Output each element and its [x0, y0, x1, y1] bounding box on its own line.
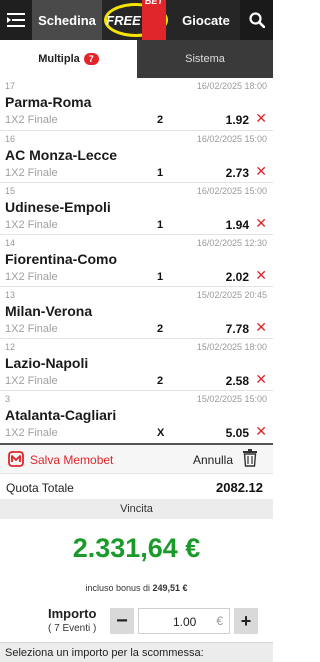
quota-totale-row: Quota Totale 2082.12	[0, 473, 273, 499]
actions-bar: Salva Memobet Annulla	[0, 443, 273, 473]
importo-row: Importo ( 7 Eventi ) − 1.00 € +	[0, 602, 273, 640]
bet-odd: 2.02	[225, 270, 249, 284]
bet-sign: 2	[157, 375, 164, 387]
bet-row: 3 15/02/2025 15:00 Atalanta-Cagliari 1X2…	[0, 390, 273, 442]
importo-label: Importo	[48, 606, 97, 621]
vincita-label: Vincita	[0, 499, 273, 519]
increase-amount-button[interactable]: +	[234, 608, 258, 634]
event-date: 15/02/2025 15:00	[196, 394, 267, 404]
bet-row: 12 15/02/2025 18:00 Lazio-Napoli 1X2 Fin…	[0, 338, 273, 390]
amount-value: 1.00	[173, 615, 197, 629]
bet-row: 16 16/02/2025 15:00 AC Monza-Lecce 1X2 F…	[0, 130, 273, 182]
event-date: 15/02/2025 18:00	[196, 342, 267, 352]
tab-multipla[interactable]: Multipla 7	[0, 40, 137, 78]
hamburger-menu-icon[interactable]	[0, 0, 32, 40]
bet-odd: 2.58	[225, 374, 249, 388]
event-index: 15	[5, 186, 16, 196]
remove-bet-icon[interactable]: ✕	[255, 320, 267, 334]
tab-multipla-label: Multipla	[38, 53, 80, 65]
match-name: Fiorentina-Como	[5, 251, 117, 267]
annulla-button[interactable]: Annulla	[193, 453, 233, 467]
event-index: 16	[5, 134, 16, 144]
salva-memobet-button[interactable]: Salva Memobet	[30, 453, 113, 467]
event-index: 13	[5, 290, 16, 300]
tab-sistema[interactable]: Sistema	[137, 40, 273, 78]
event-date: 15/02/2025 20:45	[196, 290, 267, 300]
currency-symbol: €	[216, 614, 223, 628]
match-name: AC Monza-Lecce	[5, 147, 118, 163]
search-icon[interactable]	[240, 0, 273, 40]
quota-totale-value: 2082.12	[216, 480, 263, 495]
match-name: Atalanta-Cagliari	[5, 407, 117, 423]
amount-input[interactable]: 1.00 €	[138, 608, 230, 634]
bet-odd: 5.05	[225, 426, 249, 440]
market-name: 1X2 Finale	[5, 219, 58, 231]
bet-sign: 2	[157, 323, 164, 335]
event-date: 16/02/2025 12:30	[196, 238, 267, 248]
bet-row: 14 16/02/2025 12:30 Fiorentina-Como 1X2 …	[0, 234, 273, 286]
market-name: 1X2 Finale	[5, 375, 58, 387]
remove-bet-icon[interactable]: ✕	[255, 424, 267, 438]
match-name: Lazio-Napoli	[5, 355, 89, 371]
market-name: 1X2 Finale	[5, 427, 58, 439]
bet-type-tabs: Multipla 7 Sistema	[0, 40, 273, 78]
event-date: 16/02/2025 15:00	[196, 186, 267, 196]
match-name: Parma-Roma	[5, 94, 92, 110]
bet-odd: 1.94	[225, 218, 249, 232]
remove-bet-icon[interactable]: ✕	[255, 372, 267, 386]
event-index: 3	[5, 394, 11, 404]
bet-row: 17 16/02/2025 18:00 Parma-Roma 1X2 Final…	[0, 78, 273, 130]
bet-odd: 2.73	[225, 166, 249, 180]
decrease-amount-button[interactable]: −	[110, 608, 134, 634]
tab-schedina[interactable]: Schedina	[32, 0, 102, 40]
event-date: 16/02/2025 18:00	[196, 81, 267, 91]
bet-list: 17 16/02/2025 18:00 Parma-Roma 1X2 Final…	[0, 78, 273, 442]
bet-row: 15 16/02/2025 15:00 Udinese-Empoli 1X2 F…	[0, 182, 273, 234]
trash-icon[interactable]	[243, 449, 257, 472]
select-amount-message: Seleziona un importo per la scommessa:	[0, 642, 273, 662]
selection-count-badge: 7	[83, 53, 99, 65]
remove-bet-icon[interactable]: ✕	[255, 268, 267, 282]
bet-row: 13 15/02/2025 20:45 Milan-Verona 1X2 Fin…	[0, 286, 273, 338]
bonus-value: 249,51 €	[152, 583, 188, 593]
market-name: 1X2 Finale	[5, 167, 58, 179]
bet-sign: 1	[157, 219, 164, 231]
bonus-row: incluso bonus di 249,51 €	[0, 583, 273, 593]
tab-giocate[interactable]: Giocate	[172, 0, 240, 40]
eventi-count: ( 7 Eventi )	[48, 623, 97, 634]
bet-sign: X	[157, 427, 165, 439]
vincita-value: 2.331,64 €	[72, 533, 201, 563]
match-name: Milan-Verona	[5, 303, 93, 319]
freebet-free-text: FREE	[106, 12, 141, 28]
bet-sign: 2	[157, 114, 164, 126]
bet-sign: 1	[157, 167, 164, 179]
market-name: 1X2 Finale	[5, 271, 58, 283]
market-name: 1X2 Finale	[5, 114, 58, 126]
tab-freebet[interactable]: FREE BET	[104, 0, 168, 46]
bonus-label: incluso bonus di	[85, 583, 150, 593]
top-bar: Schedina FREE BET Giocate	[0, 0, 273, 46]
memobet-icon[interactable]	[8, 451, 24, 472]
remove-bet-icon[interactable]: ✕	[255, 164, 267, 178]
market-name: 1X2 Finale	[5, 323, 58, 335]
match-name: Udinese-Empoli	[5, 199, 111, 215]
remove-bet-icon[interactable]: ✕	[255, 111, 267, 125]
quota-totale-label: Quota Totale	[6, 481, 74, 495]
event-index: 14	[5, 238, 16, 248]
bet-odd: 7.78	[225, 322, 249, 336]
bet-sign: 1	[157, 271, 164, 283]
remove-bet-icon[interactable]: ✕	[255, 216, 267, 230]
event-index: 17	[5, 81, 16, 91]
event-date: 16/02/2025 15:00	[196, 134, 267, 144]
event-index: 12	[5, 342, 16, 352]
bet-odd: 1.92	[225, 113, 249, 127]
